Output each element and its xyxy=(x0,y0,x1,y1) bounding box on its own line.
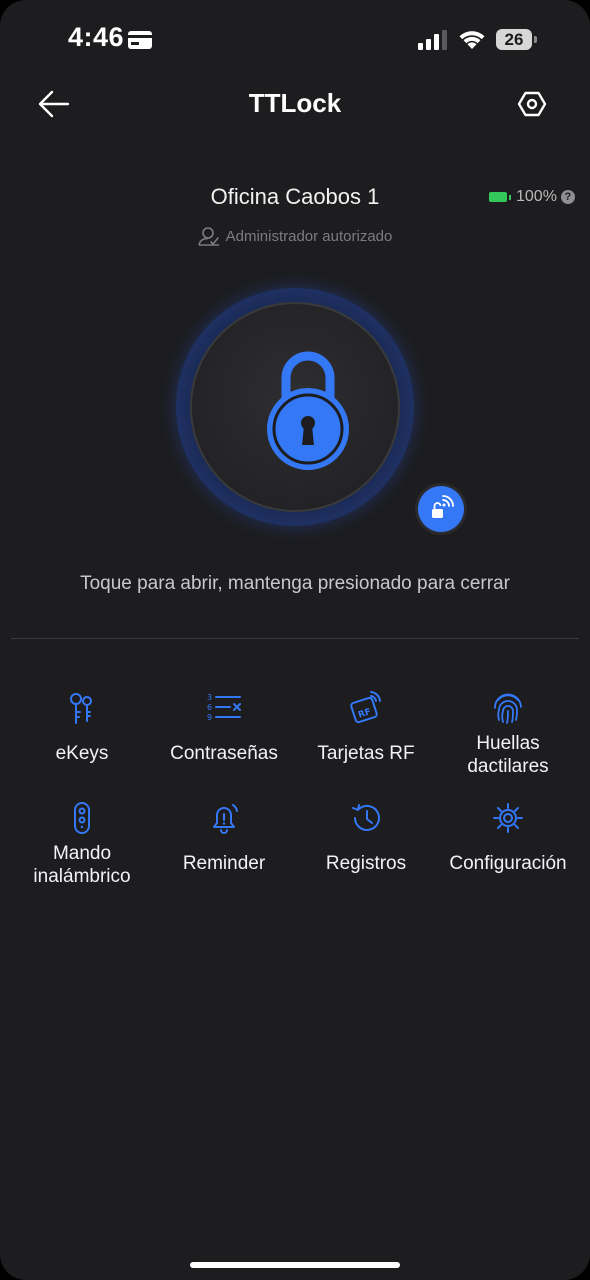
feature-label: Configuración xyxy=(449,853,567,874)
lock-hint-text: Toque para abrir, mantenga presionado pa… xyxy=(80,573,510,594)
feature-remote[interactable]: Mando inalámbrico xyxy=(11,800,153,888)
lock-battery-tip xyxy=(509,194,511,200)
status-bar: 4:46 26 xyxy=(0,0,590,80)
home-indicator[interactable] xyxy=(190,1262,400,1268)
section-divider xyxy=(11,638,579,639)
admin-user-icon xyxy=(197,227,219,246)
unlock-button[interactable] xyxy=(176,288,414,526)
feature-records[interactable]: Registros xyxy=(295,800,437,875)
feature-settings[interactable]: Configuración xyxy=(437,800,579,875)
remote-icon xyxy=(74,802,90,834)
svg-text:6: 6 xyxy=(207,703,212,712)
history-icon xyxy=(352,804,380,831)
gear-icon xyxy=(493,803,523,833)
passcode-icon: 3 6 9 xyxy=(207,693,241,722)
feature-label: Registros xyxy=(325,853,407,874)
remote-unlock-icon xyxy=(432,495,454,518)
feature-fingerprints[interactable]: Huellas dactilares xyxy=(437,690,579,778)
battery-tip xyxy=(534,36,537,43)
rf-card-icon: RF xyxy=(350,691,381,724)
user-role-label: Administrador autorizado xyxy=(225,227,393,245)
feature-label: Reminder xyxy=(182,853,266,874)
lock-battery: 100% ? xyxy=(489,187,575,207)
bell-icon xyxy=(213,804,238,834)
feature-label: Contraseñas xyxy=(170,743,278,764)
svg-text:9: 9 xyxy=(207,713,212,722)
feature-passcodes[interactable]: 3 6 9 Contraseñas xyxy=(153,690,295,765)
unlock-button-face xyxy=(190,302,400,512)
help-icon[interactable]: ? xyxy=(560,190,575,204)
lock-battery-icon xyxy=(489,192,507,202)
key-icon xyxy=(70,693,92,724)
feature-label: Tarjetas RF xyxy=(317,743,415,764)
remote-unlock-button[interactable] xyxy=(418,486,464,532)
user-role: Administrador autorizado xyxy=(0,226,590,246)
feature-label: Mando inalámbrico xyxy=(33,843,131,887)
wallet-card-icon xyxy=(128,31,152,49)
feature-label: eKeys xyxy=(55,743,109,764)
feature-rf-cards[interactable]: RF Tarjetas RF xyxy=(295,690,437,765)
feature-label: Huellas dactilares xyxy=(467,733,549,777)
feature-reminder[interactable]: Reminder xyxy=(153,800,295,875)
page-title: TTLock xyxy=(248,88,342,118)
lock-battery-percent: 100% xyxy=(516,188,557,205)
battery-indicator: 26 xyxy=(496,29,532,50)
lock-settings-icon[interactable] xyxy=(514,86,550,122)
fingerprint-icon xyxy=(494,693,522,724)
padlock-icon xyxy=(267,351,349,470)
svg-text:3: 3 xyxy=(207,693,212,702)
feature-ekeys[interactable]: eKeys xyxy=(11,690,153,765)
wifi-icon xyxy=(459,31,485,49)
status-time: 4:46 xyxy=(68,22,125,52)
cellular-signal-icon xyxy=(418,30,447,50)
app-screen: 4:46 26 TTLock Oficina Caobos 1 100% ? A… xyxy=(0,0,590,1280)
